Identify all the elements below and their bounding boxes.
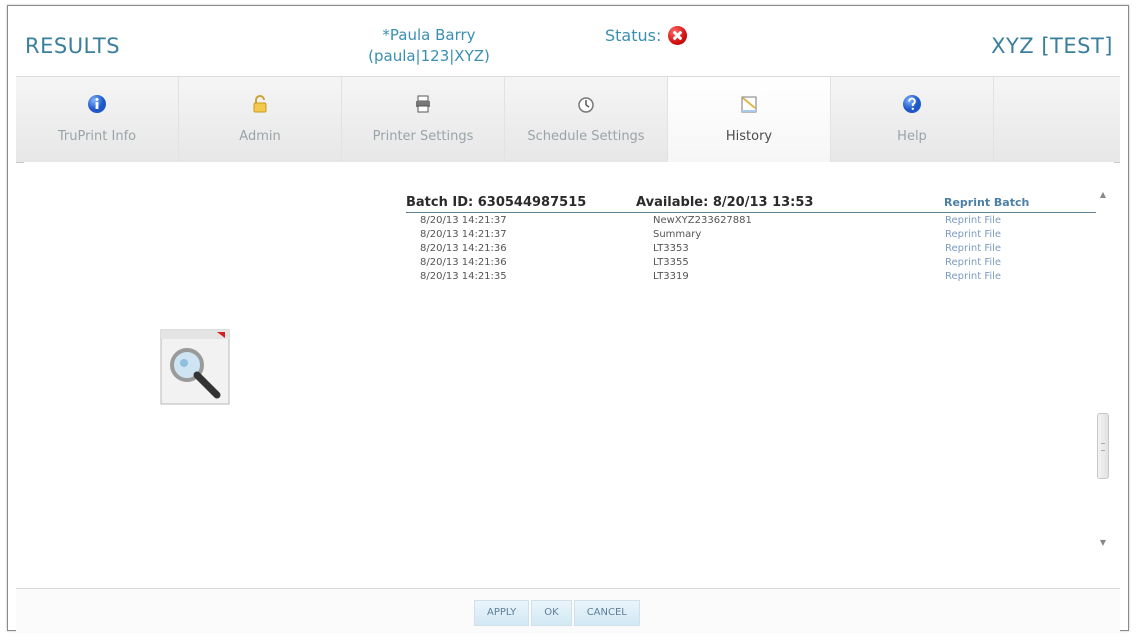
scroll-down-icon[interactable]: ▼ [1098,538,1108,548]
printer-icon [416,95,430,113]
history-rows: 8/20/13 14:21:37 NewXYZ233627881 Reprint… [406,214,1096,284]
row-file: NewXYZ233627881 [653,215,752,226]
tab-help[interactable]: Help [831,77,994,162]
tab-label: History [725,129,773,144]
tab-bar: TruPrint Info Admin Printer Settings Sch… [16,76,1120,163]
scroll-up-icon[interactable]: ▲ [1098,190,1108,200]
grip-icon [1101,443,1105,451]
tab-schedule-settings[interactable]: Schedule Settings [505,77,668,162]
magnifier-preview-icon[interactable] [159,327,231,407]
user-name: *Paula Barry [382,26,476,44]
tab-label: Help [897,129,927,144]
batch-header: Batch ID: 630544987515 Available: 8/20/1… [406,192,1096,213]
tab-truprint-info[interactable]: TruPrint Info [16,77,179,162]
list-item: 8/20/13 14:21:35 LT3319 Reprint File [406,270,1096,284]
apply-button[interactable]: APPLY [474,600,530,626]
user-info: *Paula Barry (paula|123|XYZ) [342,25,516,67]
row-file: LT3319 [653,271,689,282]
list-item: 8/20/13 14:21:37 NewXYZ233627881 Reprint… [406,214,1096,228]
row-file: Summary [653,229,702,240]
status-indicator: Status: [605,26,688,45]
history-icon [741,96,757,113]
row-time: 8/20/13 14:21:35 [420,271,507,282]
reprint-file-link[interactable]: Reprint File [945,271,1001,282]
row-time: 8/20/13 14:21:37 [420,215,507,226]
clock-icon [578,97,594,113]
reprint-file-link[interactable]: Reprint File [945,243,1001,254]
list-item: 8/20/13 14:21:36 LT3353 Reprint File [406,242,1096,256]
tab-label: Admin [239,129,281,144]
tab-label: Schedule Settings [527,129,645,144]
tab-admin[interactable]: Admin [179,77,342,162]
action-buttons: APPLY OK CANCEL [474,600,642,626]
footer-bar: APPLY OK CANCEL [16,588,1120,632]
row-time: 8/20/13 14:21:37 [420,229,507,240]
cancel-button[interactable]: CANCEL [573,600,640,626]
row-file: LT3355 [653,257,689,268]
reprint-batch-link[interactable]: Reprint Batch [944,196,1029,209]
ok-button[interactable]: OK [531,600,572,626]
environment-label: XYZ [TEST] [991,34,1113,58]
tab-label: Printer Settings [372,129,474,144]
user-id: (paula|123|XYZ) [368,47,490,65]
reprint-file-link[interactable]: Reprint File [945,257,1001,268]
history-content: Batch ID: 630544987515 Available: 8/20/1… [24,162,1114,602]
list-item: 8/20/13 14:21:37 Summary Reprint File [406,228,1096,242]
reprint-file-link[interactable]: Reprint File [945,215,1001,226]
batch-id: Batch ID: 630544987515 [406,195,587,210]
history-list: Batch ID: 630544987515 Available: 8/20/1… [406,192,1096,552]
row-file: LT3353 [653,243,689,254]
tab-bar-filler [994,77,1120,162]
page-title: RESULTS [25,34,121,58]
info-icon [88,95,106,113]
status-label: Status: [605,26,662,45]
list-item: 8/20/13 14:21:36 LT3355 Reprint File [406,256,1096,270]
tab-printer-settings[interactable]: Printer Settings [342,77,505,162]
results-window: RESULTS *Paula Barry (paula|123|XYZ) Sta… [7,5,1129,632]
batch-available: Available: 8/20/13 13:53 [636,195,814,210]
help-icon [903,95,921,113]
lock-icon [253,95,267,113]
tab-label: TruPrint Info [57,129,137,144]
row-time: 8/20/13 14:21:36 [420,243,507,254]
row-time: 8/20/13 14:21:36 [420,257,507,268]
reprint-file-link[interactable]: Reprint File [945,229,1001,240]
vertical-scrollbar[interactable]: ▲ ▼ [1096,188,1110,550]
tab-history[interactable]: History [668,77,831,162]
scroll-thumb[interactable] [1097,413,1109,479]
error-icon [668,26,688,45]
